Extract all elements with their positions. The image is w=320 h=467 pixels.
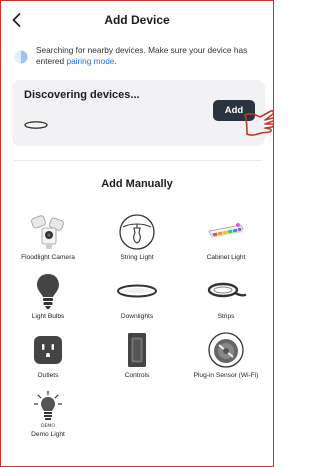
device-label: Floodlight Camera xyxy=(21,254,75,261)
device-label: Plug-in Sensor (Wi-Fi) xyxy=(193,372,259,379)
device-tile-controls[interactable]: Controls xyxy=(93,330,181,394)
pairing-mode-link[interactable]: pairing mode xyxy=(66,56,114,66)
search-message: Searching for nearby devices. Make sure … xyxy=(36,45,262,67)
bluetooth-search-icon xyxy=(14,50,28,64)
pointing-hand-icon xyxy=(244,109,274,136)
device-tile-floodlight-camera[interactable]: Floodlight Camera xyxy=(4,212,92,276)
page-title: Add Device xyxy=(104,13,170,27)
section-divider xyxy=(14,160,262,161)
device-tile-light-bulbs[interactable]: Light Bulbs xyxy=(4,271,92,335)
downlight-thumbnail-icon xyxy=(24,121,48,129)
light-bulb-icon xyxy=(37,274,59,309)
svg-text:DEMO: DEMO xyxy=(41,423,55,429)
floodlight-camera-icon xyxy=(31,215,64,249)
device-label: Demo Light xyxy=(31,431,65,438)
device-label: Downlights xyxy=(120,313,154,320)
device-label: Controls xyxy=(124,372,150,379)
outlet-icon xyxy=(34,336,62,364)
discovering-title: Discovering devices... xyxy=(24,89,140,101)
header: Add Device xyxy=(0,0,274,40)
device-tile-strips[interactable]: Strips xyxy=(182,271,270,335)
device-tile-demo-light[interactable]: DEMO Demo Light xyxy=(4,389,92,453)
plug-in-sensor-icon xyxy=(208,332,244,368)
demo-light-icon: DEMO xyxy=(34,391,62,429)
device-tile-downlights[interactable]: Downlights xyxy=(93,271,181,335)
string-light-icon xyxy=(119,214,155,250)
discovering-card: Discovering devices... Add xyxy=(12,80,265,146)
wall-switch-icon xyxy=(128,333,146,367)
device-label: Cabinet Light xyxy=(206,254,246,261)
light-strip-icon xyxy=(207,282,247,298)
search-status: Searching for nearby devices. Make sure … xyxy=(14,44,264,72)
device-tile-cabinet-light[interactable]: Cabinet Light xyxy=(182,212,270,276)
add-manually-heading: Add Manually xyxy=(101,178,173,190)
device-label: Outlets xyxy=(37,372,59,379)
cabinet-light-icon xyxy=(208,223,244,238)
device-label: String Light xyxy=(120,254,154,261)
device-label: Strips xyxy=(217,313,235,320)
device-label: Light Bulbs xyxy=(31,313,65,320)
device-tile-string-light[interactable]: String Light xyxy=(93,212,181,276)
device-tile-outlets[interactable]: Outlets xyxy=(4,330,92,394)
downlight-icon xyxy=(117,284,157,298)
search-message-suffix: . xyxy=(114,56,117,66)
device-tile-plug-in-sensor[interactable]: Plug-in Sensor (Wi-Fi) xyxy=(182,330,270,394)
